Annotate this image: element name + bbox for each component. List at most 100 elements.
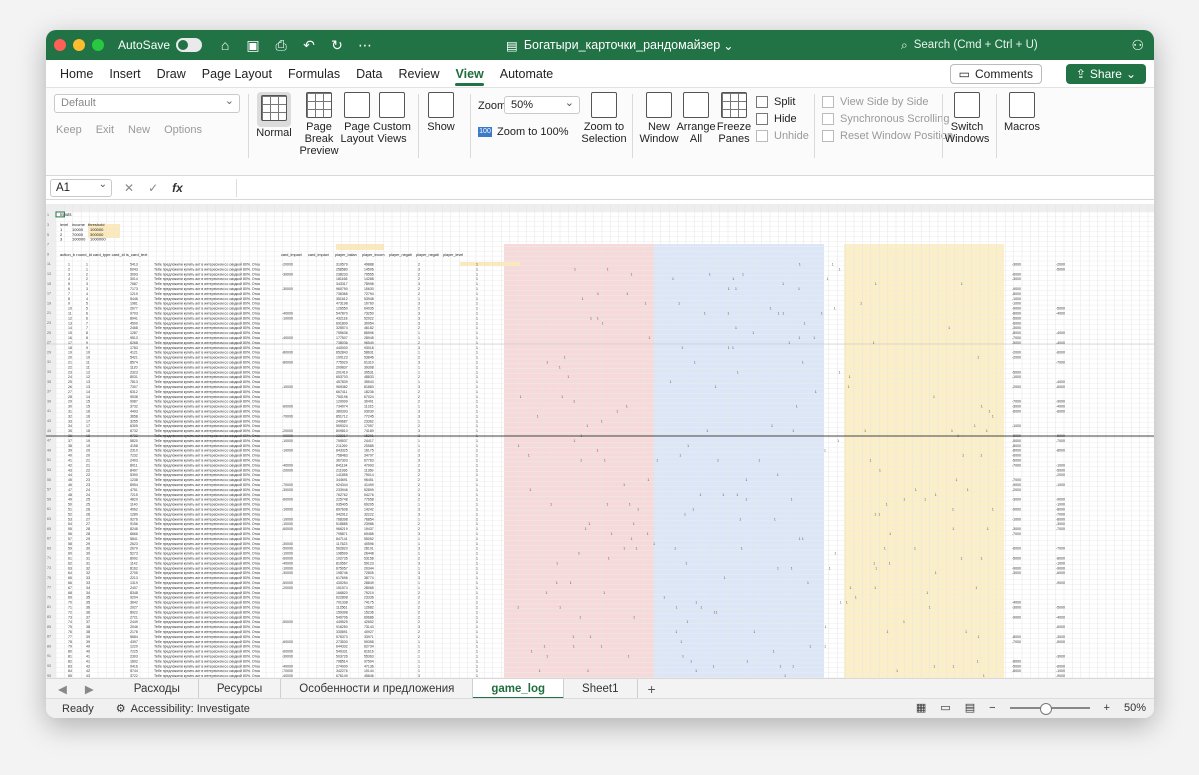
zoom-label: Zoom xyxy=(478,100,507,112)
new-window-button[interactable]: New Window xyxy=(639,92,679,145)
tab-view[interactable]: View xyxy=(447,60,491,88)
view-side-by-side-button[interactable]: View Side by Side xyxy=(822,96,928,108)
freeze-panes-button[interactable]: Freeze Panes xyxy=(716,92,752,145)
exit-button[interactable]: Exit xyxy=(96,124,114,136)
sheet-tab-expenses[interactable]: Расходы xyxy=(116,678,199,699)
zoom-slider[interactable] xyxy=(1009,702,1090,715)
account-icon[interactable]: ⚇ xyxy=(1131,37,1144,54)
formula-input[interactable] xyxy=(236,179,1148,197)
cancel-icon[interactable]: ✕ xyxy=(124,181,134,195)
hide-button[interactable]: Hide xyxy=(756,113,797,125)
cell-marker: 1 xyxy=(977,356,979,360)
sheet-view-select[interactable]: Default xyxy=(54,94,240,113)
print-icon[interactable]: ⎙ xyxy=(272,36,290,54)
cell-adjust: -7000 xyxy=(1056,439,1065,443)
normal-view-status-icon[interactable]: ▦ xyxy=(916,701,926,714)
cell-balance: 942912 xyxy=(336,512,348,516)
check-icon[interactable]: ✓ xyxy=(148,181,158,195)
reset-window-position-button[interactable]: Reset Window Position xyxy=(822,130,953,142)
synchronous-scrolling-button[interactable]: Synchronous Scrolling xyxy=(822,113,949,125)
cell-marker: 1 xyxy=(580,459,582,463)
macros-icon xyxy=(1009,92,1035,118)
zoom-window-button[interactable] xyxy=(92,39,104,51)
cell-round-id: 28 xyxy=(86,527,90,531)
more-icon[interactable]: ⋯ xyxy=(356,36,374,54)
search-box[interactable]: ⌕ Search (Cmd + Ctrl + U) xyxy=(901,36,1111,54)
cell-marker: 1 xyxy=(788,341,790,345)
tab-home[interactable]: Home xyxy=(52,60,101,88)
cell-adjust: -5000 xyxy=(1056,434,1065,438)
tab-formulas[interactable]: Formulas xyxy=(280,60,348,88)
page-layout-status-icon[interactable]: ▭ xyxy=(940,701,950,714)
cell-round: 34 xyxy=(68,424,72,428)
tab-data[interactable]: Data xyxy=(348,60,390,88)
tab-insert[interactable]: Insert xyxy=(101,60,148,88)
zoom-select[interactable]: 50% xyxy=(504,96,580,114)
cell-round-id: 27 xyxy=(86,517,90,521)
split-button[interactable]: Split xyxy=(756,96,795,108)
save-icon[interactable]: ▣ xyxy=(244,36,262,54)
cell-card-id: 9276 xyxy=(130,517,138,521)
tab-draw[interactable]: Draw xyxy=(149,60,194,88)
home-icon[interactable]: ⌂ xyxy=(216,36,234,54)
cell-marker: 1 xyxy=(873,561,875,565)
zoom-100-button[interactable]: 100 Zoom to 100% xyxy=(478,126,569,138)
cell-round: 6 xyxy=(68,287,70,291)
tab-page-layout[interactable]: Page Layout xyxy=(194,60,280,88)
next-sheet-icon[interactable]: ▶ xyxy=(85,682,94,696)
zoom-out-icon[interactable]: − xyxy=(989,702,995,714)
prev-sheet-icon[interactable]: ◀ xyxy=(58,682,67,696)
cell-level: 1 xyxy=(418,517,420,521)
sheet-tab-game-log[interactable]: game_log xyxy=(473,678,565,699)
cell-flag: 1 xyxy=(476,449,478,453)
cell-balance: 652843 xyxy=(336,351,348,355)
new-view-button[interactable]: New xyxy=(128,124,150,136)
tab-review[interactable]: Review xyxy=(390,60,447,88)
function-icon[interactable]: fx xyxy=(172,181,183,195)
undo-icon[interactable]: ↶ xyxy=(300,36,318,54)
autosave-toggle[interactable] xyxy=(176,38,203,52)
comments-button[interactable]: ▭ Comments xyxy=(949,64,1042,84)
cell-card-id: 6732 xyxy=(130,434,138,438)
spreadsheet-grid[interactable]: 1 3 5 7 9 11 13 15 17 19 21 23 25 27 29 31 33 35 37 39 41 43 4… xyxy=(46,204,1154,678)
unhide-button[interactable]: Unhide xyxy=(756,130,809,142)
close-window-button[interactable] xyxy=(54,39,66,51)
cell-marker: 1 xyxy=(647,532,649,536)
page-layout-button[interactable]: Page Layout xyxy=(340,92,374,145)
show-button[interactable]: Show xyxy=(424,92,458,133)
sheet-tab-resources[interactable]: Ресурсы xyxy=(199,678,282,699)
cell-balance: 117623 xyxy=(336,542,347,546)
cell-card-text: Тебе предложили купить акт в интересном … xyxy=(154,561,260,565)
cell-marker: 1 xyxy=(961,282,963,286)
keep-button[interactable]: Keep xyxy=(56,124,82,136)
cell-round-id: 20 xyxy=(86,454,90,458)
macros-button[interactable]: Macros xyxy=(1004,92,1040,133)
switch-windows-button[interactable]: Switch Windows xyxy=(945,92,989,145)
cell-marker: 1 xyxy=(914,547,916,551)
redo-icon[interactable]: ↻ xyxy=(328,36,346,54)
cell-income: 15236 xyxy=(364,610,374,614)
options-button[interactable]: Options xyxy=(164,124,202,136)
arrange-all-button[interactable]: Arrange All xyxy=(676,92,716,145)
accessibility-status[interactable]: ⚙ Accessibility: Investigate xyxy=(116,702,250,716)
show-label: Show xyxy=(427,121,455,133)
cell-flag: 1 xyxy=(476,365,478,369)
normal-view-button[interactable]: Normal xyxy=(256,92,292,139)
zoom-in-icon[interactable]: + xyxy=(1104,702,1110,714)
zoom-to-selection-button[interactable]: Zoom to Selection xyxy=(581,92,627,145)
page-break-preview-button[interactable]: Page Break Preview xyxy=(294,92,344,157)
name-box[interactable]: A1 xyxy=(50,178,112,197)
cell-balance: 518885 xyxy=(336,522,348,526)
cell-round: 31 xyxy=(68,410,72,414)
document-title[interactable]: ▤ Богатыри_карточки_рандомайзер ⌄ xyxy=(506,30,734,60)
page-break-status-icon[interactable]: ▤ xyxy=(965,701,975,714)
cell-adjust: -9000 xyxy=(1012,508,1021,512)
tab-automate[interactable]: Automate xyxy=(492,60,562,88)
minimize-window-button[interactable] xyxy=(73,39,85,51)
cell-balance: 935405 xyxy=(336,503,348,507)
custom-views-button[interactable]: Custom Views xyxy=(372,92,412,145)
share-button[interactable]: ⇪ Share ⌄ xyxy=(1065,64,1146,84)
sheet-tab-sheet1[interactable]: Sheet1 xyxy=(564,678,638,699)
sheet-tab-features[interactable]: Особенности и предложения xyxy=(281,678,474,699)
add-sheet-button[interactable]: + xyxy=(638,681,666,697)
